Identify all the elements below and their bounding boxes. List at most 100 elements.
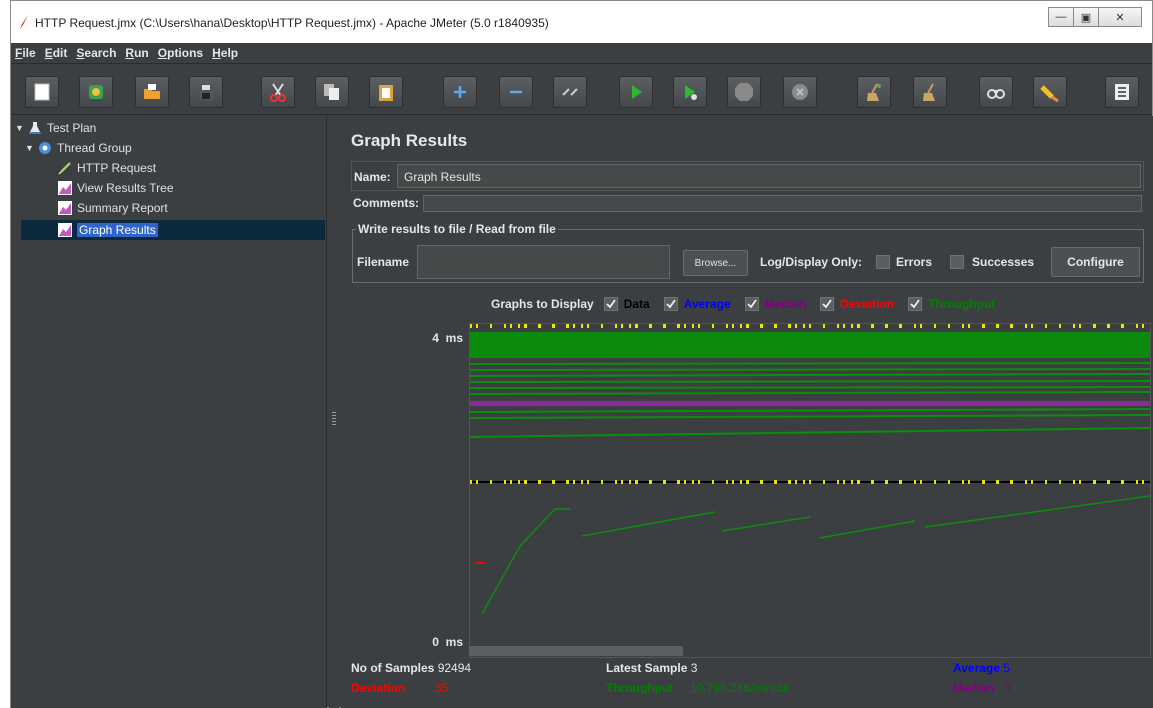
title-bar: HTTP Request.jmx (C:\Users\hana\Desktop\… [11, 1, 1152, 43]
configure-button[interactable]: Configure [1051, 247, 1140, 277]
search-button[interactable] [979, 76, 1013, 108]
sample-mark [795, 480, 797, 484]
collapse-all-button[interactable] [499, 76, 533, 108]
tree-item-thread-group[interactable]: ▼ Thread Group [25, 139, 132, 157]
sample-mark [872, 324, 874, 328]
menu-file[interactable]: File [15, 46, 36, 60]
collapse-icon [510, 90, 522, 94]
sample-mark [795, 324, 797, 328]
data-checkbox[interactable] [603, 297, 618, 311]
median-label: Median [953, 681, 995, 695]
tree-item-http-request[interactable]: HTTP Request [57, 159, 156, 177]
sample-mark [809, 480, 811, 484]
sample-mark [983, 480, 985, 484]
errors-checkbox[interactable] [876, 255, 890, 269]
graph-listener-icon [57, 180, 73, 196]
cut-button[interactable] [261, 76, 295, 108]
function-helper-button[interactable] [1105, 76, 1139, 108]
new-icon [34, 83, 50, 101]
reset-search-button[interactable] [1033, 76, 1067, 108]
successes-checkbox[interactable] [950, 255, 964, 269]
checkmark-icon [910, 299, 920, 309]
sample-mark [1059, 480, 1061, 484]
split-pane-divider[interactable] [329, 116, 339, 708]
sample-mark [1045, 480, 1047, 484]
average-option-label: Average [683, 297, 731, 311]
close-button[interactable]: ✕ [1098, 7, 1142, 27]
save-button[interactable] [189, 76, 223, 108]
sample-mark [843, 480, 845, 484]
checkmark-icon [666, 299, 676, 309]
throughput-checkbox[interactable] [908, 297, 922, 311]
collapse-arrow-icon[interactable]: ▼ [25, 143, 35, 153]
stat-average: Average 5 [953, 661, 1010, 675]
sample-mark [581, 480, 583, 484]
deviation-checkbox[interactable] [819, 297, 834, 311]
shutdown-button[interactable] [783, 76, 817, 108]
sample-mark [1079, 324, 1081, 328]
tree-item-test-plan[interactable]: ▼ Test Plan [15, 119, 96, 137]
menu-run[interactable]: Run [125, 46, 148, 60]
median-checkbox[interactable] [744, 297, 759, 311]
browse-button[interactable]: Browse... [683, 250, 748, 276]
stat-median: Median 3 [953, 681, 1011, 695]
menu-options-label: ptions [167, 46, 204, 60]
toggle-icon [562, 88, 578, 96]
tree-item-view-results-tree[interactable]: View Results Tree [57, 179, 174, 197]
log-display-only-label: Log/Display Only: [760, 255, 863, 269]
paste-button[interactable] [369, 76, 403, 108]
sample-mark [1011, 324, 1013, 328]
minimize-icon: — [1055, 11, 1067, 23]
sample-mark [1031, 324, 1033, 328]
clear-button[interactable] [857, 76, 891, 108]
toggle-button[interactable] [553, 76, 587, 108]
deviation-option-label: Deviation [839, 297, 894, 311]
menu-options[interactable]: Options [158, 46, 203, 60]
samples-label: No of Samples [351, 661, 435, 675]
tree-item-summary-report[interactable]: Summary Report [57, 199, 168, 217]
menu-help[interactable]: Help [212, 46, 238, 60]
sample-mark [962, 480, 964, 484]
templates-button[interactable] [79, 76, 113, 108]
stop-button[interactable] [727, 76, 761, 108]
collapse-arrow-icon[interactable]: ▼ [15, 123, 25, 133]
paste-icon [379, 85, 393, 101]
y-axis-max-label: 4 ms [363, 331, 463, 345]
start-button[interactable] [619, 76, 653, 108]
menu-edit[interactable]: Edit [45, 46, 68, 60]
sample-mark [837, 324, 839, 328]
minimize-button[interactable]: — [1048, 7, 1074, 27]
expand-all-button[interactable] [443, 76, 477, 108]
sample-mark [650, 324, 652, 328]
y-axis-min-label: 0 ms [363, 635, 463, 649]
name-field[interactable]: Graph Results [397, 164, 1141, 188]
sample-mark [573, 324, 575, 328]
copy-button[interactable] [315, 76, 349, 108]
filename-field[interactable] [417, 245, 670, 279]
sample-mark [581, 324, 583, 328]
new-button[interactable] [25, 76, 59, 108]
latest-sample-value: 3 [690, 661, 698, 675]
sample-mark [1142, 324, 1144, 328]
menu-search[interactable]: Search [76, 46, 116, 60]
clear-all-button[interactable] [913, 76, 947, 108]
sample-mark [1108, 480, 1110, 484]
sample-mark [732, 480, 734, 484]
open-button[interactable] [135, 76, 169, 108]
graph-scrollbar[interactable] [469, 646, 683, 656]
sample-mark [1136, 480, 1138, 484]
sample-mark [934, 480, 936, 484]
tree-item-graph-results[interactable]: Graph Results [57, 221, 158, 239]
average-checkbox[interactable] [663, 297, 678, 311]
sample-mark [525, 324, 527, 328]
panel-title: Graph Results [351, 131, 468, 150]
start-icon [632, 85, 642, 99]
sample-mark [968, 324, 970, 328]
start-no-pauses-button[interactable] [673, 76, 707, 108]
sample-mark [573, 480, 575, 484]
sample-mark [1136, 324, 1138, 328]
comments-field[interactable] [423, 195, 1142, 212]
maximize-button[interactable]: ▣ [1073, 7, 1099, 27]
copy-icon [324, 84, 339, 100]
sample-mark [740, 480, 742, 484]
